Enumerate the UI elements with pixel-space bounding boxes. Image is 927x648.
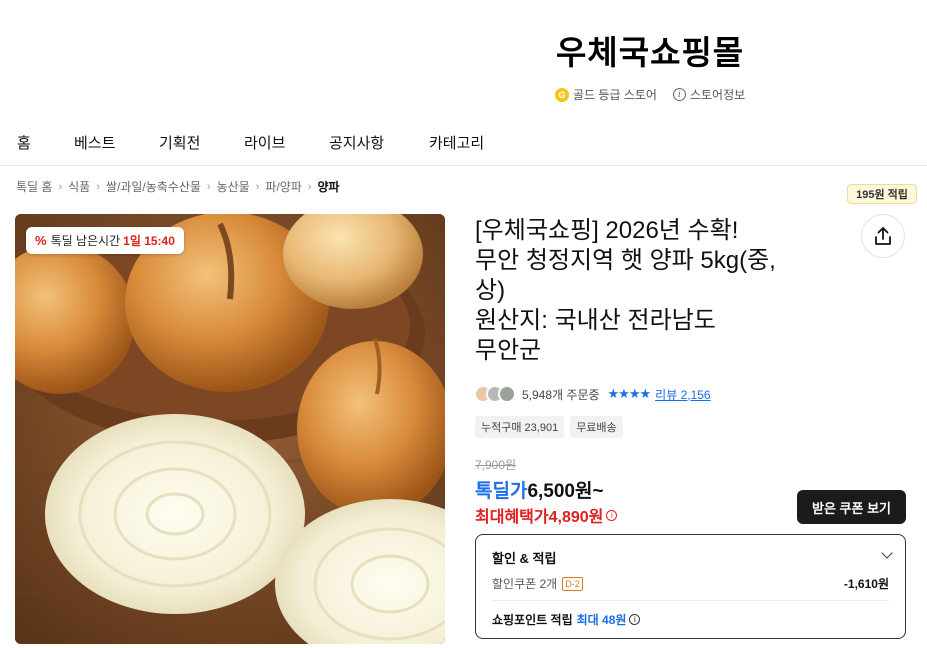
max-benefit-label: 최대혜택가 — [475, 509, 549, 526]
store-meta: G 골드 등급 스토어 i 스토어정보 — [555, 86, 745, 103]
share-button[interactable] — [861, 214, 905, 258]
product-title-line: [우체국쇼핑] 2026년 수확! — [475, 217, 739, 244]
info-icon[interactable]: i — [629, 614, 641, 625]
points-bubble: 195원 적립 — [847, 184, 917, 204]
chevron-down-icon[interactable] — [881, 547, 893, 559]
timer-value: 1일 15:40 — [123, 234, 175, 248]
review-link[interactable]: 리뷰 2,156 — [655, 386, 710, 403]
max-benefit-price: 최대혜택가 4,890원 i — [475, 503, 618, 527]
coupon-row: 할인쿠폰 2개 D-2 -1,610원 — [492, 575, 889, 592]
timer-label: 톡딜 남은시간 — [50, 234, 121, 248]
product-title-line: 원산지: 국내산 전라남도 — [475, 307, 716, 334]
deal-timer-badge: % 톡딜 남은시간 1일 15:40 — [26, 227, 184, 254]
order-count: 5,948개 주문중 — [522, 387, 600, 402]
deal-price-label: 톡딜가 — [475, 481, 528, 502]
rating-stars-icon: ★★★★ — [607, 386, 652, 401]
nav-item-home[interactable]: 홈 — [17, 132, 31, 153]
product-image[interactable]: % 톡딜 남은시간 1일 15:40 — [15, 214, 445, 644]
coupon-amount: -1,610원 — [843, 577, 889, 591]
share-area: 195원 적립 — [846, 184, 918, 262]
view-coupons-button[interactable]: 받은 쿠폰 보기 — [797, 490, 906, 524]
main-nav: 홈 베스트 기획전 라이브 공지사항 카테고리 — [0, 120, 927, 166]
breadcrumb-item[interactable]: 톡딜 홈 — [16, 178, 52, 195]
breadcrumb-separator: › — [206, 180, 211, 193]
nav-item-live[interactable]: 라이브 — [244, 132, 285, 153]
breadcrumb-separator: › — [307, 180, 312, 193]
dday-badge: D-2 — [562, 576, 583, 591]
onion-photo — [15, 214, 445, 644]
grade-label: 골드 등급 스토어 — [573, 88, 657, 102]
nav-item-notice[interactable]: 공지사항 — [329, 132, 384, 153]
breadcrumb-item[interactable]: 농산물 — [217, 178, 250, 195]
gold-grade-icon: G — [555, 87, 569, 102]
discount-panel-title: 할인 & 적립 — [492, 551, 557, 566]
breadcrumb-separator: › — [58, 180, 63, 193]
social-proof-row: 5,948개 주문중 ★★★★ 리뷰 2,156 — [474, 385, 711, 403]
breadcrumb-item[interactable]: 식품 — [68, 178, 90, 195]
point-max: 최대 48원 — [576, 613, 627, 627]
coupon-label: 할인쿠폰 2개 — [492, 577, 558, 591]
breadcrumb-separator: › — [96, 180, 100, 193]
tag-cumulative-purchases: 누적구매 23,901 — [475, 416, 565, 438]
info-icon[interactable]: i — [672, 88, 686, 101]
store-header: 우체국쇼핑몰 G 골드 등급 스토어 i 스토어정보 — [0, 0, 927, 120]
point-label: 쇼핑포인트 적립 — [492, 613, 573, 627]
product-title-line: 무안군 — [475, 337, 542, 364]
deal-price-value: 6,500원~ — [527, 481, 604, 502]
breadcrumb-current[interactable]: 양파 — [318, 178, 340, 195]
nav-item-best[interactable]: 베스트 — [74, 132, 115, 153]
discount-panel[interactable]: 할인 & 적립 할인쿠폰 2개 D-2 -1,610원 쇼핑포인트 적립 최대 … — [475, 534, 906, 639]
breadcrumb-item[interactable]: 파/양파 — [265, 178, 301, 195]
tag-free-shipping: 무료배송 — [570, 416, 623, 438]
breadcrumb-separator: › — [255, 180, 260, 193]
product-title-line: 상) — [475, 277, 506, 304]
buyer-avatars — [474, 385, 516, 403]
breadcrumb-item[interactable]: 쌀/과일/농축수산물 — [106, 178, 201, 195]
breadcrumb: 톡딜 홈 › 식품 › 쌀/과일/농축수산물 › 농산물 › 파/양파 › 양파 — [16, 178, 340, 195]
max-benefit-value: 4,890원 — [548, 509, 604, 526]
discount-percent-icon: % — [35, 233, 47, 248]
nav-item-category[interactable]: 카테고리 — [429, 132, 484, 153]
point-row: 쇼핑포인트 적립 최대 48원 i — [492, 611, 641, 628]
share-icon — [875, 227, 891, 245]
info-icon[interactable]: i — [606, 509, 618, 521]
original-price: 7,900원 — [475, 458, 517, 472]
nav-item-promotions[interactable]: 기획전 — [159, 132, 200, 153]
deal-price: 톡딜가6,500원~ — [475, 476, 604, 503]
divider — [492, 600, 889, 601]
store-info-link[interactable]: 스토어정보 — [690, 86, 745, 103]
avatar — [498, 385, 516, 403]
product-title: [우체국쇼핑] 2026년 수확! 무안 청정지역 햇 양파 5kg(중, 상)… — [475, 216, 835, 366]
product-tags: 누적구매 23,901 무료배송 — [475, 416, 629, 438]
store-name[interactable]: 우체국쇼핑몰 — [556, 26, 744, 74]
product-title-line: 무안 청정지역 햇 양파 5kg(중, — [475, 247, 776, 274]
